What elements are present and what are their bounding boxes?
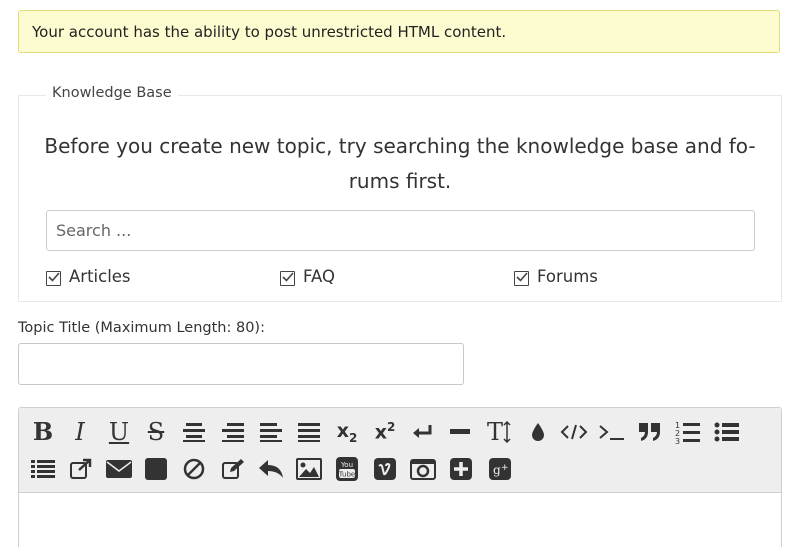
filter-articles-checkbox[interactable]: Articles bbox=[46, 267, 131, 286]
code-button[interactable] bbox=[559, 417, 589, 447]
horizontal-rule-icon bbox=[450, 429, 470, 434]
align-center-button[interactable] bbox=[179, 417, 209, 447]
ordered-list-icon: 123 bbox=[675, 421, 700, 444]
notice-text: Your account has the ability to post unr… bbox=[32, 22, 507, 41]
underline-button[interactable]: U bbox=[104, 417, 134, 447]
quote-icon bbox=[639, 423, 660, 441]
align-left-icon bbox=[260, 423, 282, 442]
filter-faq-checkbox[interactable]: FAQ bbox=[280, 267, 335, 286]
editor-textarea[interactable] bbox=[19, 493, 781, 553]
quote-button[interactable] bbox=[635, 417, 665, 447]
external-link-icon bbox=[70, 458, 92, 479]
editor-toolbar: B I U S x2 x2 T 1 2 3 You Tube g + bbox=[19, 408, 781, 493]
terminal-button[interactable] bbox=[597, 417, 627, 447]
reply-button[interactable] bbox=[256, 454, 286, 484]
google-plus-button[interactable]: g + bbox=[485, 454, 515, 484]
line-break-icon bbox=[413, 425, 432, 438]
superscript-button[interactable]: x2 bbox=[370, 417, 400, 447]
camera-button[interactable] bbox=[408, 454, 438, 484]
youtube-button[interactable]: You Tube bbox=[332, 454, 362, 484]
subscript-icon: x2 bbox=[336, 419, 358, 445]
font-size-icon: T bbox=[487, 420, 511, 444]
list-button[interactable] bbox=[28, 454, 58, 484]
intro-line-1: Before you create new topic, try searchi… bbox=[44, 134, 756, 158]
filter-forums-checkbox[interactable]: Forums bbox=[514, 267, 598, 286]
svg-text:3: 3 bbox=[675, 437, 680, 444]
italic-icon: I bbox=[75, 418, 85, 446]
strikethrough-button[interactable]: S bbox=[141, 417, 171, 447]
ban-icon bbox=[183, 458, 205, 480]
filter-faq-label: FAQ bbox=[303, 267, 335, 286]
vimeo-icon bbox=[374, 458, 396, 480]
unrestricted-html-notice: Your account has the ability to post unr… bbox=[18, 10, 780, 53]
align-right-button[interactable] bbox=[218, 417, 248, 447]
unordered-list-icon bbox=[714, 422, 739, 442]
svg-text:+: + bbox=[501, 463, 509, 473]
bold-button[interactable]: B bbox=[28, 417, 58, 447]
strikethrough-icon: S bbox=[147, 418, 165, 446]
google-plus-icon: g + bbox=[489, 458, 511, 480]
align-justify-button[interactable] bbox=[294, 417, 324, 447]
edit-icon bbox=[222, 459, 244, 479]
square-icon bbox=[145, 458, 167, 480]
align-center-icon bbox=[183, 423, 205, 442]
align-left-button[interactable] bbox=[256, 417, 286, 447]
vimeo-button[interactable] bbox=[370, 454, 400, 484]
checkbox-checked-icon[interactable] bbox=[514, 271, 529, 286]
image-button[interactable] bbox=[294, 454, 324, 484]
svg-text:g: g bbox=[493, 463, 501, 477]
ordered-list-button[interactable]: 123 bbox=[673, 417, 703, 447]
bold-icon: B bbox=[32, 417, 54, 446]
email-button[interactable] bbox=[104, 454, 134, 484]
terminal-icon bbox=[599, 425, 624, 440]
checkbox-checked-icon[interactable] bbox=[280, 271, 295, 286]
droplet-icon bbox=[532, 423, 544, 441]
checkbox-checked-icon[interactable] bbox=[46, 271, 61, 286]
align-right-icon bbox=[222, 423, 244, 442]
search-filter-row: Articles FAQ Forums bbox=[19, 267, 781, 291]
knowledge-base-search-input[interactable] bbox=[46, 210, 755, 251]
bbcode-editor: B I U S x2 x2 T 1 2 3 You Tube g + bbox=[18, 407, 782, 553]
topic-title-input[interactable] bbox=[18, 343, 464, 385]
line-break-button[interactable] bbox=[407, 417, 437, 447]
intro-line-2: rums first. bbox=[348, 169, 452, 193]
knowledge-base-panel: Knowledge Base Before you create new top… bbox=[18, 85, 782, 302]
square-button[interactable] bbox=[141, 454, 171, 484]
filter-articles-label: Articles bbox=[69, 267, 131, 286]
plus-square-icon bbox=[450, 458, 472, 480]
svg-text:You: You bbox=[340, 461, 353, 469]
youtube-icon: You Tube bbox=[336, 457, 358, 481]
plus-button[interactable] bbox=[446, 454, 476, 484]
image-icon bbox=[296, 458, 322, 480]
reply-icon bbox=[259, 460, 283, 478]
superscript-icon: x2 bbox=[374, 420, 396, 444]
list-icon bbox=[31, 460, 55, 478]
horizontal-rule-button[interactable] bbox=[445, 417, 475, 447]
italic-button[interactable]: I bbox=[65, 417, 95, 447]
external-link-button[interactable] bbox=[66, 454, 96, 484]
camera-icon bbox=[410, 459, 436, 480]
knowledge-base-intro: Before you create new topic, try searchi… bbox=[19, 129, 781, 199]
align-justify-icon bbox=[298, 423, 320, 442]
font-size-button[interactable]: T bbox=[484, 417, 514, 447]
topic-title-label: Topic Title (Maximum Length: 80): bbox=[18, 320, 265, 336]
subscript-button[interactable]: x2 bbox=[332, 417, 362, 447]
underline-icon: U bbox=[108, 418, 130, 446]
no-parse-button[interactable] bbox=[179, 454, 209, 484]
code-icon bbox=[560, 424, 588, 440]
text-color-button[interactable] bbox=[523, 417, 553, 447]
email-icon bbox=[106, 460, 132, 478]
unordered-list-button[interactable] bbox=[712, 417, 742, 447]
svg-text:Tube: Tube bbox=[338, 471, 355, 479]
knowledge-base-legend: Knowledge Base bbox=[46, 85, 178, 101]
edit-button[interactable] bbox=[218, 454, 248, 484]
filter-forums-label: Forums bbox=[537, 267, 598, 286]
